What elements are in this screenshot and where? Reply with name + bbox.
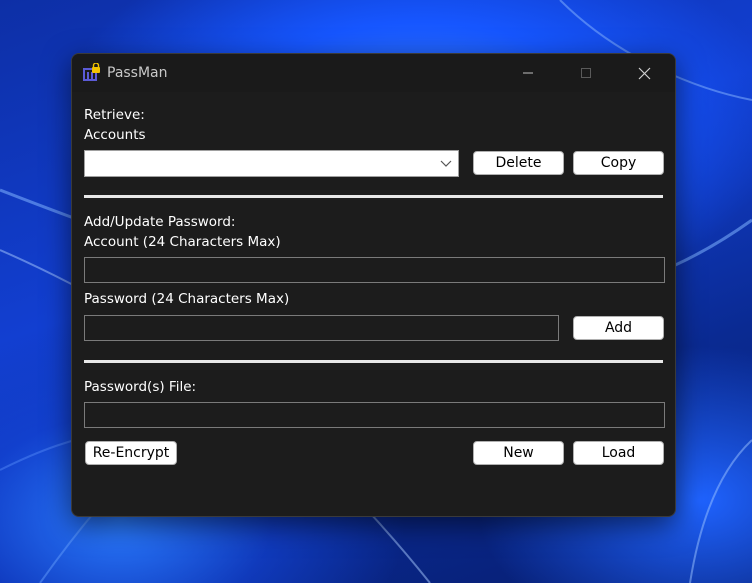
maximize-button[interactable] bbox=[563, 54, 609, 92]
passman-window: PassMan Retrieve: Accounts Delete Copy A… bbox=[71, 53, 676, 517]
new-button[interactable]: New bbox=[473, 441, 564, 465]
close-button[interactable] bbox=[621, 54, 667, 92]
delete-button[interactable]: Delete bbox=[473, 151, 564, 175]
maximize-icon bbox=[581, 68, 591, 78]
chevron-down-icon bbox=[440, 160, 452, 167]
accounts-label: Accounts bbox=[84, 127, 146, 143]
add-button[interactable]: Add bbox=[573, 316, 664, 340]
re-encrypt-button[interactable]: Re-Encrypt bbox=[85, 441, 177, 465]
window-title: PassMan bbox=[107, 65, 168, 81]
minimize-icon bbox=[523, 72, 533, 74]
password-field-label: Password (24 Characters Max) bbox=[84, 291, 290, 307]
file-label: Password(s) File: bbox=[84, 379, 197, 395]
accounts-dropdown[interactable] bbox=[84, 150, 459, 177]
close-icon bbox=[638, 67, 650, 79]
load-button[interactable]: Load bbox=[573, 441, 664, 465]
add-update-heading: Add/Update Password: bbox=[84, 214, 236, 230]
copy-button[interactable]: Copy bbox=[573, 151, 664, 175]
file-path-input[interactable] bbox=[84, 402, 665, 428]
minimize-button[interactable] bbox=[505, 54, 551, 92]
separator-1 bbox=[84, 195, 663, 198]
account-field-label: Account (24 Characters Max) bbox=[84, 234, 281, 250]
title-bar[interactable]: PassMan bbox=[72, 54, 675, 92]
password-input[interactable] bbox=[84, 315, 559, 341]
retrieve-heading: Retrieve: bbox=[84, 107, 145, 123]
account-input[interactable] bbox=[84, 257, 665, 283]
lock-database-icon bbox=[83, 63, 100, 81]
separator-2 bbox=[84, 360, 663, 363]
